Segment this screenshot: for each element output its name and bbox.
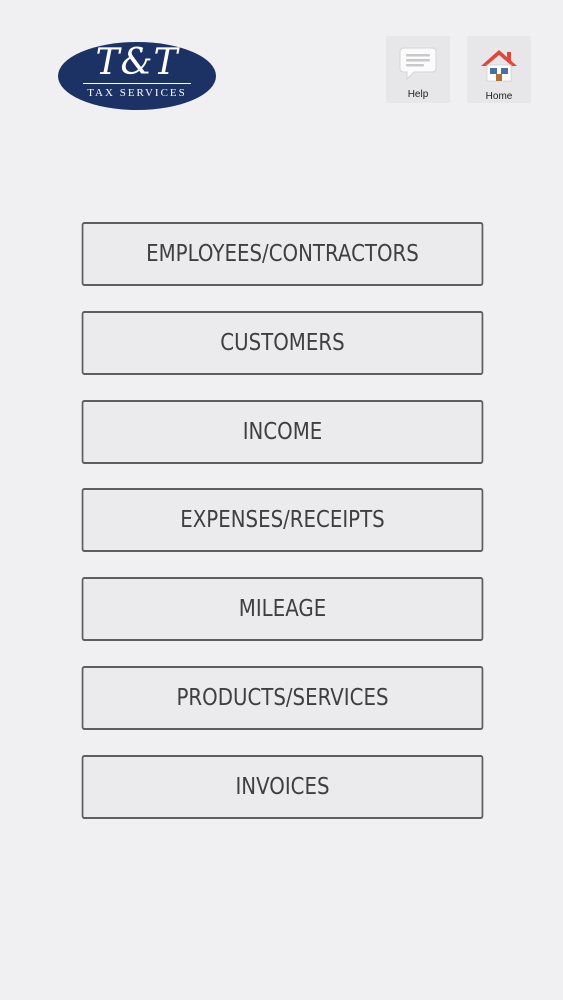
house-icon xyxy=(481,50,517,82)
menu-button-label: EMPLOYEES/CONTRACTORS xyxy=(146,241,419,267)
menu-button-label: MILEAGE xyxy=(238,596,327,622)
logo-divider xyxy=(83,83,191,84)
menu-button-label: INVOICES xyxy=(235,774,330,800)
mileage-button[interactable]: MILEAGE xyxy=(81,577,484,641)
logo-subtitle: TAX SERVICES xyxy=(87,87,187,99)
products-services-button[interactable]: PRODUCTS/SERVICES xyxy=(81,666,484,730)
employees-contractors-button[interactable]: EMPLOYEES/CONTRACTORS xyxy=(81,222,484,286)
menu-button-label: EXPENSES/RECEIPTS xyxy=(180,507,385,533)
expenses-receipts-button[interactable]: EXPENSES/RECEIPTS xyxy=(81,488,484,552)
home-button[interactable]: Home xyxy=(467,36,531,103)
menu-button-label: PRODUCTS/SERVICES xyxy=(176,685,389,711)
help-label: Help xyxy=(407,89,429,100)
invoices-button[interactable]: INVOICES xyxy=(81,755,484,819)
company-logo: T&T TAX SERVICES xyxy=(57,41,217,111)
logo-letters: T&T xyxy=(95,42,179,83)
help-button[interactable]: Help xyxy=(386,36,450,103)
income-button[interactable]: INCOME xyxy=(81,400,484,464)
menu-button-label: INCOME xyxy=(242,419,323,445)
customers-button[interactable]: CUSTOMERS xyxy=(81,311,484,375)
chat-bubble-icon xyxy=(399,47,437,81)
menu-button-label: CUSTOMERS xyxy=(220,330,345,356)
home-label: Home xyxy=(485,91,513,102)
